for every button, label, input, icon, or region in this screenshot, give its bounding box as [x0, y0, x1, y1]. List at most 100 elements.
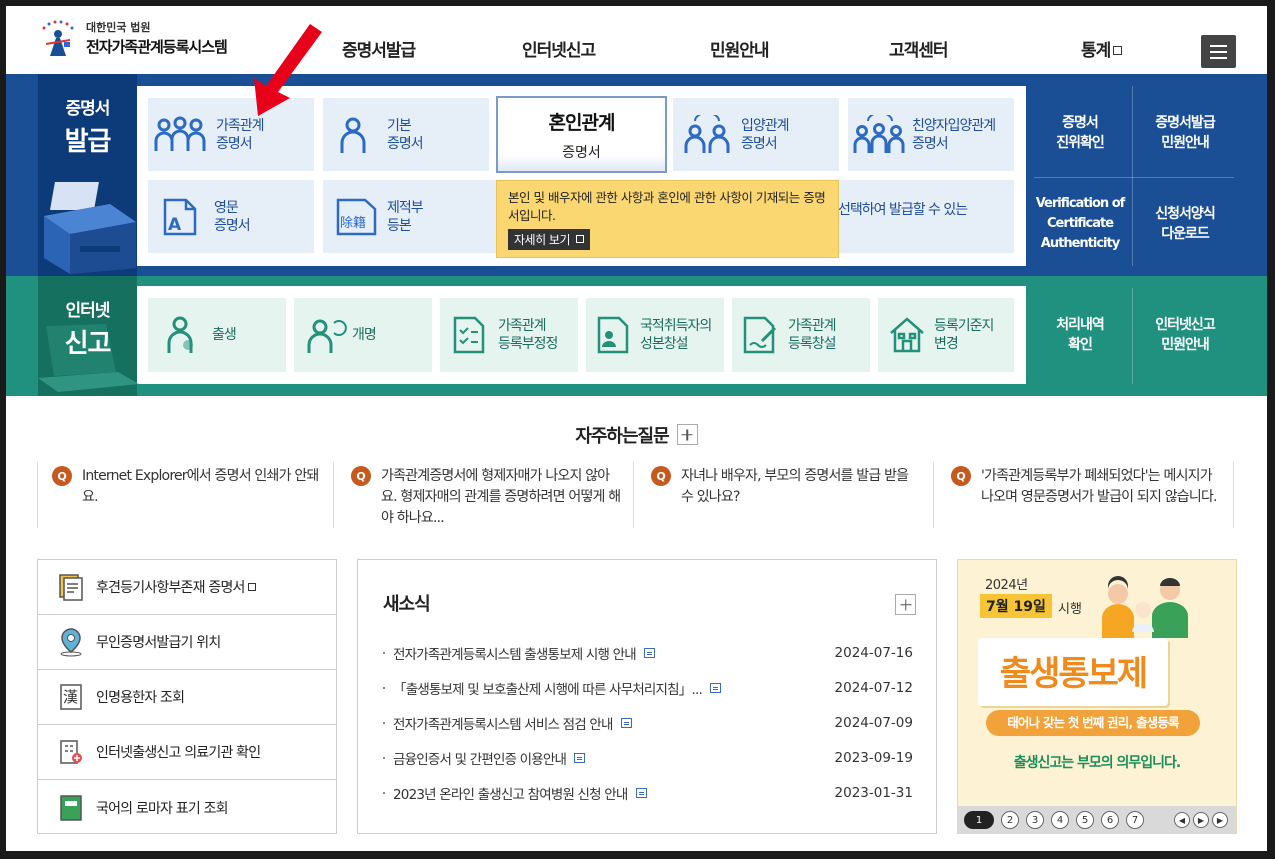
banner-page-1[interactable]: 1 [964, 811, 994, 829]
news-item-date: 2024-07-16 [834, 644, 913, 661]
question-icon: Q [951, 466, 971, 486]
english-certificate-card[interactable]: A 영문 증명서 [148, 180, 314, 253]
certificate-document-icon [59, 574, 83, 601]
quick-links: 후견등기사항부존재 증명서 무인증명서발급기 위치 漢 인명용한자 조회 인터넷… [37, 559, 337, 834]
news-item-title: 전자가족관계등록시스템 출생통보제 시행 안내 [393, 646, 637, 663]
faq-item[interactable]: Q 가족관계증명서에 형제자매가 나오지 않아요. 형제자매의 관계를 증명하려면… [337, 462, 634, 528]
side-divider [1034, 177, 1234, 178]
certificate-issue-guide-link[interactable]: 증명서발급민원안내 [1133, 98, 1237, 168]
faq-item[interactable]: Q 자녀나 배우자, 부모의 증명서를 발급 받을 수 있나요? [637, 462, 934, 528]
banner-prev-icon[interactable]: ◀ [1174, 812, 1190, 828]
news-item[interactable]: 「출생통보제 및 보호출산제 시행에 따른 사무처리지침」... 2024-07-… [383, 670, 913, 705]
external-link-icon [1113, 46, 1123, 55]
card-label-line1: 입양관계 [741, 117, 790, 134]
naturalized-surname-creation-card[interactable]: 국적취득자의 성본창설 [586, 298, 724, 372]
verification-of-certificate-link[interactable]: Verification of Certificate Authenticity [1028, 184, 1132, 264]
banner-pause-icon[interactable]: ▶ [1193, 812, 1209, 828]
faq-item[interactable]: Q Internet Explorer에서 증명서 인쇄가 안돼요. [37, 462, 334, 528]
faq-more-plus-icon[interactable] [676, 424, 698, 445]
basic-certificate-card[interactable]: 기본 증명서 [323, 98, 489, 171]
banner-date: 7월 19일 [980, 594, 1052, 618]
hamburger-menu-button[interactable] [1201, 35, 1236, 68]
marriage-relation-certificate-card[interactable]: 혼인관계 증명서 [496, 96, 667, 173]
banner-page-6[interactable]: 6 [1101, 811, 1119, 829]
news-item[interactable]: 2023년 온라인 출생신고 참여병원 신청 안내 2023-01-31 [383, 775, 913, 810]
checklist-icon [453, 316, 485, 354]
banner-page-3[interactable]: 3 [1026, 811, 1044, 829]
news-item[interactable]: 전자가족관계등록시스템 출생통보제 시행 안내 2024-07-16 [383, 635, 913, 670]
faq-title: 자주하는질문 [6, 422, 1267, 448]
family-register-creation-card[interactable]: 가족관계 등록창설 [732, 298, 870, 372]
certificate-title-line1: 증명서 [65, 99, 111, 119]
removed-register-copy-card[interactable]: 除籍 제적부 등본 [323, 180, 496, 253]
tooltip-more-link[interactable]: 자세히 보기 [508, 229, 591, 250]
side-link-line1: 신청서양식 [1155, 206, 1215, 222]
banner-duty-text: 출생신고는 부모의 의무입니다. [1013, 755, 1182, 771]
card-label-line1: 친양자입양관계 [912, 117, 996, 134]
internet-report-guide-link[interactable]: 인터넷신고 민원안내 [1133, 298, 1237, 372]
news-item[interactable]: 금융인증서 및 간편인증 이용안내 2023-09-19 [383, 740, 913, 775]
banner-page-5[interactable]: 5 [1076, 811, 1094, 829]
side-link-line2: 진위확인 [1056, 135, 1105, 151]
full-adoption-relation-certificate-card[interactable]: 친양자입양관계 증명서 [848, 98, 1014, 171]
parents-with-baby-illustration-icon [1102, 576, 1188, 638]
side-link-line3: Authenticity [1040, 236, 1120, 251]
adoption-people-icon [684, 114, 730, 153]
faq-title-text: 자주하는질문 [575, 426, 669, 447]
nav-certificate-issue[interactable]: 증명서발급 [342, 36, 416, 61]
application-form-download-link[interactable]: 신청서양식 다운로드 [1133, 184, 1237, 264]
side-link-line1: 인터넷신고 [1155, 317, 1215, 333]
side-link-line2: Certificate [1046, 216, 1114, 231]
guardianship-nonexistence-link[interactable]: 후견등기사항부존재 증명서 [38, 560, 336, 615]
faq-item[interactable]: Q '가족관계등록부가 폐쇄되었다'는 메시지가 나오며 영문증명서가 발급이 되… [937, 462, 1234, 528]
site-logo[interactable]: 대한민국 법원 전자가족관계등록시스템 [38, 18, 228, 58]
adoption-relation-certificate-card[interactable]: 입양관계 증명서 [673, 98, 839, 171]
card-label-line1: 제적부 [387, 199, 424, 216]
certificate-authenticity-check-link[interactable]: 증명서진위확인 [1028, 98, 1132, 168]
question-icon: Q [351, 466, 371, 486]
birth-report-card[interactable]: 출생 [148, 298, 286, 372]
nav-civil-guide[interactable]: 민원안내 [710, 36, 770, 61]
process-history-link[interactable]: 처리내역 확인 [1028, 298, 1132, 372]
news-item-title: 전자가족관계등록시스템 서비스 점검 안내 [393, 716, 613, 733]
question-icon: Q [651, 466, 671, 486]
name-change-card[interactable]: 개명 [294, 298, 432, 372]
side-link-line2: 민원안내 [1161, 135, 1210, 151]
banner-year: 2024년 [985, 578, 1028, 593]
nav-internet-report[interactable]: 인터넷신고 [522, 36, 596, 61]
nav-statistics[interactable]: 통계 [1081, 36, 1123, 61]
news-more-plus-icon[interactable] [895, 594, 916, 615]
hospital-building-icon [60, 740, 82, 764]
registration-base-change-card[interactable]: 등록기준지 변경 [878, 298, 1014, 372]
quick-link-text: 인터넷출생신고 의료기관 확인 [96, 745, 261, 761]
nav-statistics-label: 통계 [1081, 41, 1111, 61]
banner-next-icon[interactable]: ▶ [1212, 812, 1228, 828]
card-label-line2: 증명서 [741, 135, 778, 152]
side-link-line1: 증명서발급 [1155, 115, 1215, 131]
banner-page-4[interactable]: 4 [1051, 811, 1069, 829]
name-hanja-lookup-link[interactable]: 漢 인명용한자 조회 [38, 670, 336, 725]
banner-pagination: 1 2 3 4 5 6 7 ◀ ▶ ▶ [958, 806, 1236, 833]
banner-page-2[interactable]: 2 [1001, 811, 1019, 829]
svg-text:除籍: 除籍 [340, 215, 366, 231]
logo-title: 전자가족관계등록시스템 [86, 38, 228, 56]
banner-pill: 태어나 갖는 첫 번째 권리, 출생등록 [986, 710, 1200, 736]
document-icon [620, 717, 632, 728]
banner-page-7[interactable]: 7 [1126, 811, 1144, 829]
hospital-check-link[interactable]: 인터넷출생신고 의료기관 확인 [38, 725, 336, 780]
birth-notification-banner[interactable]: 2024년 7월 19일 시행 출생통보제 태어나 갖는 첫 번째 권리, 출생… [957, 559, 1237, 834]
nav-customer-center[interactable]: 고객센터 [889, 36, 949, 61]
register-correction-card[interactable]: 가족관계 등록부정정 [440, 298, 578, 372]
id-document-icon [597, 316, 629, 354]
news-item[interactable]: 전자가족관계등록시스템 서비스 점검 안내 2024-07-09 [383, 705, 913, 740]
logo-subtitle: 대한민국 법원 [86, 21, 151, 34]
card-label-line1: 영문 [214, 199, 239, 216]
side-link-line1: 증명서 [1062, 115, 1099, 131]
unmanned-kiosk-location-link[interactable]: 무인증명서발급기 위치 [38, 615, 336, 670]
card-label-line1: 개명 [352, 327, 377, 343]
romanization-lookup-link[interactable]: 국어의 로마자 표기 조회 [38, 780, 336, 835]
svg-text:漢: 漢 [63, 688, 78, 706]
marriage-certificate-tooltip: 본인 및 배우자에 관한 사항과 혼인에 관한 사항이 기재되는 증명서입니다.… [496, 180, 839, 258]
quick-link-text: 무인증명서발급기 위치 [96, 635, 221, 651]
hanja-book-icon: 漢 [60, 684, 82, 710]
